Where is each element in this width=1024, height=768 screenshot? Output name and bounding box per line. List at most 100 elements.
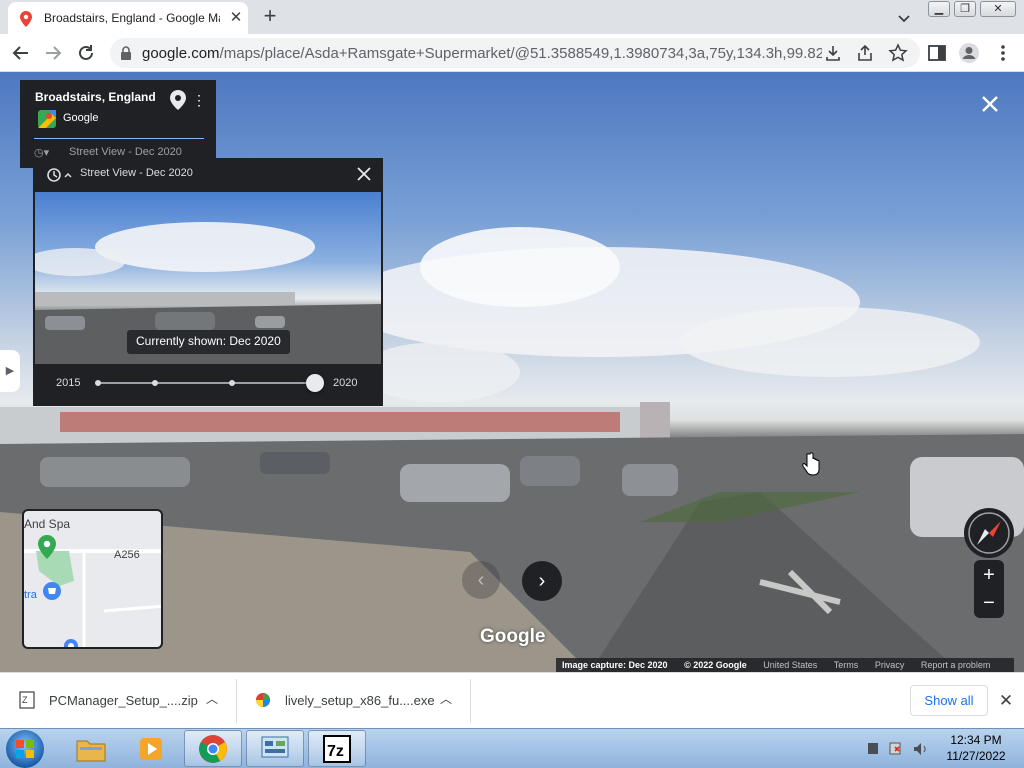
url-host: google.com: [142, 45, 220, 62]
7zip-icon: 7z: [323, 735, 351, 763]
close-downloads-bar-icon[interactable]: ✕: [996, 691, 1016, 711]
card-date-label: Street View - Dec 2020: [69, 146, 182, 158]
time-machine-preview-image[interactable]: Currently shown: Dec 2020: [35, 192, 381, 364]
minimap-road-label: A256: [114, 549, 140, 561]
tab-close-icon[interactable]: ✕: [226, 8, 246, 28]
tab-search-chevron-icon[interactable]: [894, 8, 914, 28]
bookmark-star-icon[interactable]: [888, 43, 908, 63]
zoom-out-button[interactable]: −: [974, 590, 1004, 616]
street-view-footer: Image capture: Dec 2020 © 2022 Google Un…: [556, 658, 1014, 672]
media-player-icon: [140, 738, 162, 760]
back-arrow-icon[interactable]: [10, 42, 32, 64]
navigate-back-arrow[interactable]: ‹: [462, 561, 500, 599]
share-icon[interactable]: [856, 44, 874, 62]
clock-time: 12:34 PM: [950, 733, 1002, 747]
time-machine-title: Street View - Dec 2020: [80, 167, 193, 179]
chrome-icon: [199, 735, 227, 763]
control-panel-icon: [261, 736, 289, 758]
downloads-bar: Z PCManager_Setup_....zip ︿ lively_setup…: [0, 672, 1024, 728]
google-maps-logo-icon: [38, 110, 56, 128]
minimize-button[interactable]: ▁: [928, 1, 950, 17]
history-clock-icon[interactable]: [45, 166, 73, 184]
minimap-label: tra: [24, 589, 37, 601]
windows-taskbar: 7z 12:34 PM 11/27/2022: [0, 728, 1024, 768]
reload-icon[interactable]: [75, 42, 97, 64]
timeline-slider-thumb[interactable]: [306, 374, 324, 392]
navigate-forward-arrow[interactable]: ›: [522, 561, 562, 601]
region-link[interactable]: United States: [763, 660, 817, 670]
zoom-in-button[interactable]: +: [974, 562, 1004, 588]
tab-google-maps[interactable]: Broadstairs, England - Google Maps ✕: [8, 2, 248, 34]
download-icon[interactable]: [824, 44, 842, 62]
close-street-view-icon[interactable]: [976, 90, 1004, 118]
profile-avatar-icon[interactable]: [958, 42, 980, 64]
privacy-link[interactable]: Privacy: [875, 660, 905, 670]
url-text: google.com/maps/place/Asda+Ramsgate+Supe…: [142, 45, 822, 62]
side-panel-icon[interactable]: [926, 42, 948, 64]
new-tab-button[interactable]: +: [258, 5, 282, 29]
timeline-marker[interactable]: [229, 380, 235, 386]
google-watermark: Google: [480, 626, 546, 647]
restore-button[interactable]: ❐: [954, 1, 976, 17]
terms-link[interactable]: Terms: [834, 660, 859, 670]
green-location-pin-icon[interactable]: [38, 535, 56, 559]
chevron-up-icon[interactable]: ︿: [204, 691, 220, 707]
url-path: /maps/place/Asda+Ramsgate+Supermarket/@5…: [219, 45, 822, 62]
compass-needle: [968, 512, 1010, 554]
collapse-side-panel-button[interactable]: ▶: [0, 350, 20, 392]
forward-arrow-icon[interactable]: [42, 42, 64, 64]
location-info-card: Broadstairs, England ⋮ Google ◷▾ Street …: [20, 80, 216, 168]
system-tray-icons[interactable]: [866, 741, 936, 757]
imagery-provider: Google: [63, 112, 99, 124]
system-clock[interactable]: 12:34 PM 11/27/2022: [936, 732, 1016, 764]
download-item[interactable]: lively_setup_x86_fu....exe ︿: [254, 673, 468, 729]
timeline-start-year: 2015: [56, 377, 81, 389]
clock-date: 11/27/2022: [946, 749, 1006, 763]
copyright-notice: © 2022 Google: [684, 660, 747, 670]
windows-start-button[interactable]: [6, 730, 44, 768]
map-pin-icon[interactable]: [170, 90, 186, 110]
download-filename: lively_setup_x86_fu....exe: [285, 693, 435, 708]
timeline-slider-track[interactable]: [97, 382, 315, 384]
taskbar-control-panel[interactable]: [246, 730, 304, 767]
timeline-marker[interactable]: [152, 380, 158, 386]
browser-toolbar: google.com/maps/place/Asda+Ramsgate+Supe…: [0, 34, 1024, 72]
download-filename: PCManager_Setup_....zip: [49, 693, 198, 708]
image-capture-date: Image capture: Dec 2020: [562, 660, 668, 670]
taskbar-file-explorer[interactable]: [62, 730, 120, 767]
minimap-roads: [24, 549, 161, 647]
installer-file-icon: [256, 693, 270, 707]
browser-menu-icon[interactable]: [992, 42, 1014, 64]
chevron-up-icon[interactable]: ︿: [438, 691, 454, 707]
compass-icon[interactable]: [964, 508, 1014, 558]
address-bar[interactable]: google.com/maps/place/Asda+Ramsgate+Supe…: [110, 38, 920, 68]
taskbar-chrome[interactable]: [184, 730, 242, 767]
download-separator: [470, 679, 471, 723]
taskbar-media-player[interactable]: [122, 730, 180, 767]
folder-icon: [76, 740, 106, 762]
currently-shown-caption: Currently shown: Dec 2020: [127, 330, 290, 354]
timeline-marker[interactable]: [95, 380, 101, 386]
time-machine-panel: Street View - Dec 2020 Currently shown: …: [33, 158, 383, 406]
report-problem-link[interactable]: Report a problem: [921, 660, 991, 670]
close-icon[interactable]: [353, 163, 375, 185]
taskbar-7zip[interactable]: 7z: [308, 730, 366, 767]
close-window-button[interactable]: ✕: [980, 1, 1016, 17]
download-item[interactable]: Z PCManager_Setup_....zip ︿: [18, 673, 232, 729]
minimap[interactable]: And Spa A256 tra: [22, 509, 163, 649]
lock-icon[interactable]: [120, 46, 132, 60]
svg-text:7z: 7z: [327, 743, 344, 760]
street-view-panorama[interactable]: Broadstairs, England ⋮ Google ◷▾ Street …: [0, 72, 1024, 672]
show-all-downloads-button[interactable]: Show all: [910, 685, 988, 716]
google-maps-favicon-icon: [20, 11, 32, 27]
shopping-pin-icon[interactable]: [42, 581, 62, 601]
minimap-label: And Spa: [24, 517, 71, 531]
card-divider: [34, 138, 204, 139]
more-options-icon[interactable]: ⋮: [192, 90, 206, 110]
timeline-end-year: 2020: [333, 377, 358, 389]
zoom-controls: + −: [974, 560, 1004, 618]
tab-title: Broadstairs, England - Google Maps: [44, 11, 220, 25]
tab-strip: Broadstairs, England - Google Maps ✕ + ▁…: [0, 0, 1024, 34]
mouse-cursor-hand-icon: [802, 452, 820, 476]
download-separator: [236, 679, 237, 723]
